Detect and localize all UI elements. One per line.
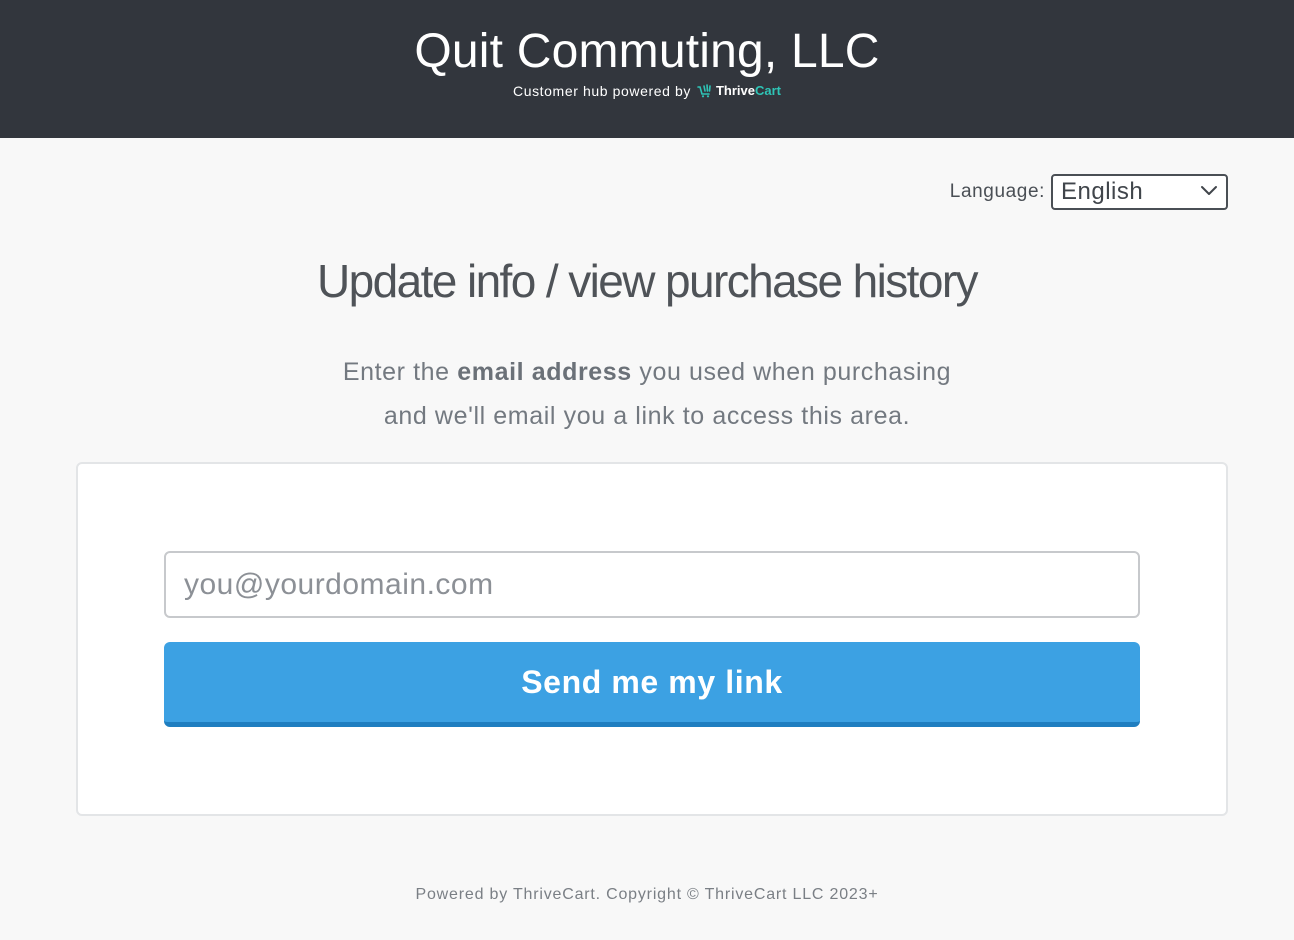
hub-text: Customer hub powered by: [512, 83, 691, 99]
brand-name-thrive: Thrive: [715, 83, 755, 98]
intro-text-line2: and we'll email you a link to access thi…: [383, 402, 911, 430]
chevron-down-icon: [1201, 186, 1217, 195]
intro-text-start: Enter the: [342, 358, 450, 386]
page-title: Update info / view purchase history: [317, 255, 979, 307]
language-select[interactable]: English: [1051, 174, 1228, 210]
send-link-button[interactable]: Send me my link: [164, 642, 1140, 727]
intro-text: Enter the email address you used when pu…: [0, 350, 1294, 438]
login-card: Send me my link: [76, 462, 1228, 816]
language-selected-value: English: [1061, 178, 1144, 205]
intro-text-end: you used when purchasing: [639, 358, 952, 386]
email-field[interactable]: [164, 551, 1140, 618]
hub-attribution: Customer hub powered by Thrive Cart: [0, 82, 1294, 100]
shopping-cart-icon: [697, 84, 711, 98]
store-name: Quit Commuting, LLC: [414, 25, 880, 78]
brand-name-cart: Cart: [755, 83, 782, 98]
language-label: Language:: [949, 181, 1045, 202]
page-header: Quit Commuting, LLC Customer hub powered…: [0, 0, 1294, 138]
footer-copyright: Powered by ThriveCart. Copyright © Thriv…: [415, 886, 879, 903]
thrivecart-logo[interactable]: Thrive Cart: [697, 82, 781, 100]
language-selector-row: Language: English: [950, 174, 1228, 210]
intro-text-bold: email address: [457, 358, 632, 386]
